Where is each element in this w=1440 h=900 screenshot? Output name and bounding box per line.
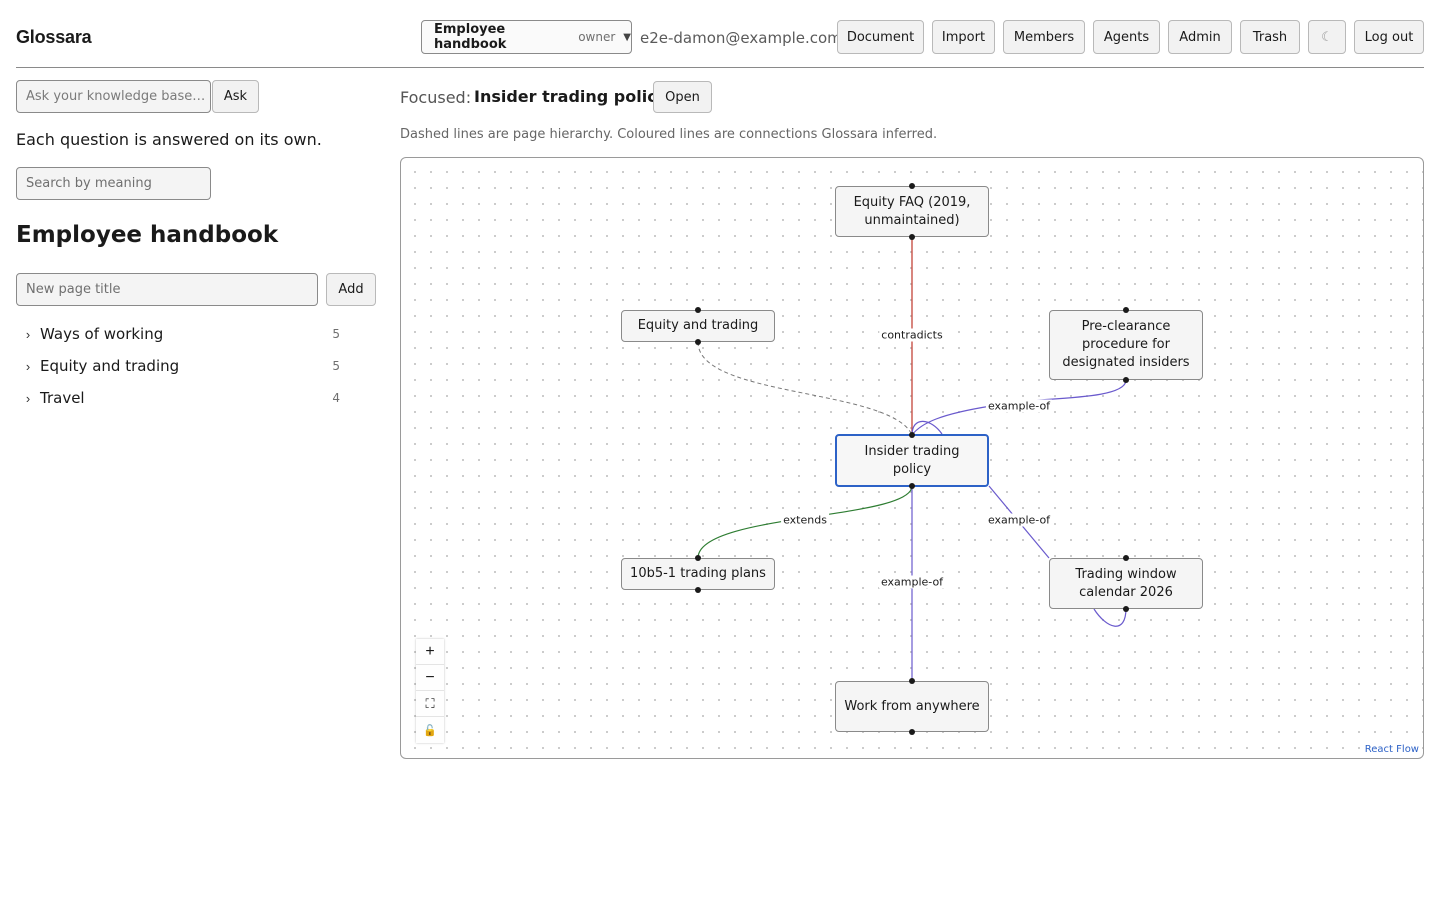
node-handle[interactable] bbox=[695, 307, 701, 313]
zoom-out-button[interactable]: − bbox=[416, 665, 444, 691]
node-handle[interactable] bbox=[1123, 606, 1129, 612]
node-equity-faq[interactable]: Equity FAQ (2019, unmaintained) bbox=[835, 183, 989, 240]
knowledge-base-heading: Employee handbook bbox=[16, 222, 279, 248]
node-trading-window-calendar[interactable]: Trading window calendar 2026 bbox=[1049, 555, 1203, 612]
edge-label-example-of: example-of bbox=[985, 513, 1053, 527]
app-title: Glossara bbox=[16, 27, 92, 47]
node-handle[interactable] bbox=[1123, 555, 1129, 561]
node-label: 10b5-1 trading plans bbox=[630, 566, 766, 581]
search-input[interactable] bbox=[16, 167, 211, 200]
node-insider-trading-policy[interactable]: Insider trading policy bbox=[835, 432, 989, 489]
chevron-down-icon: ▼ bbox=[623, 31, 631, 43]
node-label: Work from anywhere bbox=[844, 698, 980, 714]
document-button[interactable]: Document bbox=[837, 20, 924, 54]
knowledge-base-select[interactable]: Employee handbook owner ▼ bbox=[421, 20, 632, 54]
theme-toggle-button[interactable]: ☾ bbox=[1308, 20, 1346, 54]
edge-label-contradicts: contradicts bbox=[879, 328, 945, 342]
chevron-right-icon[interactable]: › bbox=[16, 327, 40, 342]
import-button[interactable]: Import bbox=[932, 20, 995, 54]
admin-button[interactable]: Admin bbox=[1168, 20, 1232, 54]
tree-item-count: 5 bbox=[332, 359, 340, 373]
node-handle[interactable] bbox=[909, 483, 915, 489]
node-label: Equity FAQ (2019, unmaintained) bbox=[853, 194, 971, 228]
tree-item-equity-and-trading[interactable]: › Equity and trading 5 bbox=[16, 353, 360, 379]
knowledge-base-name: Employee handbook bbox=[434, 22, 507, 52]
ask-button[interactable]: Ask bbox=[212, 80, 259, 113]
role-badge: owner bbox=[578, 30, 616, 44]
agents-button[interactable]: Agents bbox=[1093, 20, 1160, 54]
graph-legend-note: Dashed lines are page hierarchy. Coloure… bbox=[400, 127, 938, 142]
node-handle[interactable] bbox=[695, 555, 701, 561]
edge-example-of-window-loop bbox=[1093, 607, 1127, 627]
node-handle[interactable] bbox=[695, 339, 701, 345]
lock-icon[interactable]: 🔓 bbox=[416, 717, 444, 743]
tree-item-travel[interactable]: › Travel 4 bbox=[16, 385, 360, 411]
zoom-in-button[interactable]: + bbox=[416, 639, 444, 665]
node-work-from-anywhere[interactable]: Work from anywhere bbox=[835, 678, 989, 735]
tree-item-count: 5 bbox=[332, 327, 340, 341]
node-label: Equity and trading bbox=[637, 318, 759, 333]
chevron-right-icon[interactable]: › bbox=[16, 391, 40, 406]
graph-controls: + − ⛶ 🔓 bbox=[416, 639, 444, 743]
members-button[interactable]: Members bbox=[1003, 20, 1085, 54]
tree-item-label: Equity and trading bbox=[40, 357, 180, 375]
tree-item-count: 4 bbox=[332, 391, 340, 405]
chevron-right-icon[interactable]: › bbox=[16, 359, 40, 374]
node-handle[interactable] bbox=[909, 729, 915, 735]
node-handle[interactable] bbox=[909, 432, 915, 438]
node-label: Insider trading policy bbox=[864, 443, 960, 477]
header: Glossara Employee handbook owner ▼ e2e-d… bbox=[16, 0, 1424, 68]
node-10b5-1-trading-plans[interactable]: 10b5-1 trading plans bbox=[621, 555, 775, 593]
edge-label-example-of: example-of bbox=[985, 399, 1053, 413]
edge-label-extends: extends bbox=[781, 513, 829, 527]
ask-input[interactable] bbox=[16, 80, 211, 113]
focused-label: Focused: bbox=[400, 88, 472, 107]
open-page-button[interactable]: Open bbox=[653, 81, 712, 113]
node-handle[interactable] bbox=[909, 183, 915, 189]
edge-label-example-of: example-of bbox=[878, 575, 946, 589]
fit-view-button[interactable]: ⛶ bbox=[416, 691, 444, 717]
tree-item-label: Ways of working bbox=[40, 325, 164, 343]
node-handle[interactable] bbox=[1123, 377, 1129, 383]
node-label: Trading window calendar 2026 bbox=[1075, 566, 1177, 600]
focused-page-title: Insider trading policy bbox=[474, 87, 668, 106]
ask-helper-text: Each question is answered on its own. bbox=[16, 130, 322, 149]
graph-canvas[interactable]: Equity FAQ (2019, unmaintained) Equity a… bbox=[400, 157, 1424, 759]
tree-item-ways-of-working[interactable]: › Ways of working 5 bbox=[16, 321, 360, 347]
node-handle[interactable] bbox=[1123, 307, 1129, 313]
node-handle[interactable] bbox=[909, 234, 915, 240]
node-equity-and-trading[interactable]: Equity and trading bbox=[621, 307, 775, 345]
node-handle[interactable] bbox=[695, 587, 701, 593]
user-email: e2e-damon@example.com bbox=[640, 29, 842, 47]
new-page-title-input[interactable] bbox=[16, 273, 318, 306]
node-handle[interactable] bbox=[909, 678, 915, 684]
node-preclearance-procedure[interactable]: Pre-clearance procedure for designated i… bbox=[1049, 307, 1203, 383]
edge-hierarchy bbox=[697, 341, 913, 436]
react-flow-attribution[interactable]: React Flow bbox=[1362, 744, 1421, 755]
logout-button[interactable]: Log out bbox=[1354, 20, 1424, 54]
add-page-button[interactable]: Add bbox=[326, 273, 376, 306]
trash-button[interactable]: Trash bbox=[1240, 20, 1300, 54]
tree-item-label: Travel bbox=[40, 389, 85, 407]
node-label: Pre-clearance procedure for designated i… bbox=[1062, 319, 1190, 370]
